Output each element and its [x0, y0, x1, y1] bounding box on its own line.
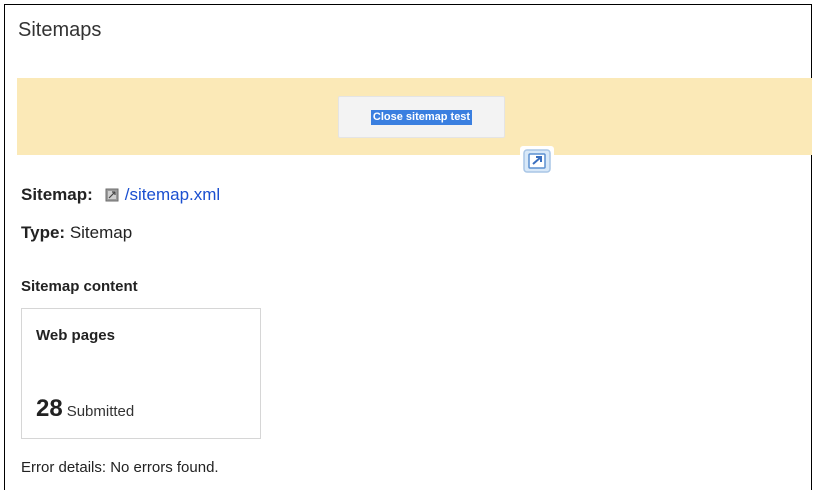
close-sitemap-test-button[interactable]: Close sitemap test	[338, 96, 505, 138]
error-value: No errors found.	[110, 459, 219, 476]
file-icon	[105, 188, 119, 202]
sitemap-content-heading: Sitemap content	[21, 278, 138, 295]
error-label: Error details:	[21, 459, 107, 476]
test-banner: Close sitemap test	[17, 78, 812, 155]
type-row: Type: Sitemap	[21, 223, 132, 243]
card-title: Web pages	[36, 327, 115, 344]
type-label: Type:	[21, 223, 66, 242]
sitemap-label: Sitemap:	[21, 185, 93, 204]
sitemap-link[interactable]: /sitemap.xml	[125, 185, 220, 205]
count-value: 28	[36, 395, 63, 422]
page-title: Sitemaps	[18, 19, 102, 41]
web-pages-card: Web pages 28 Submitted	[21, 308, 261, 439]
sitemap-row: Sitemap: /sitemap.xml	[21, 185, 220, 205]
type-value: Sitemap	[69, 223, 133, 242]
submitted-count: 28 Submitted	[36, 395, 134, 423]
close-sitemap-test-label: Close sitemap test	[370, 109, 473, 125]
error-details: Error details: No errors found.	[21, 459, 219, 476]
open-in-new-window-icon[interactable]	[520, 146, 554, 176]
count-unit: Submitted	[66, 403, 135, 420]
